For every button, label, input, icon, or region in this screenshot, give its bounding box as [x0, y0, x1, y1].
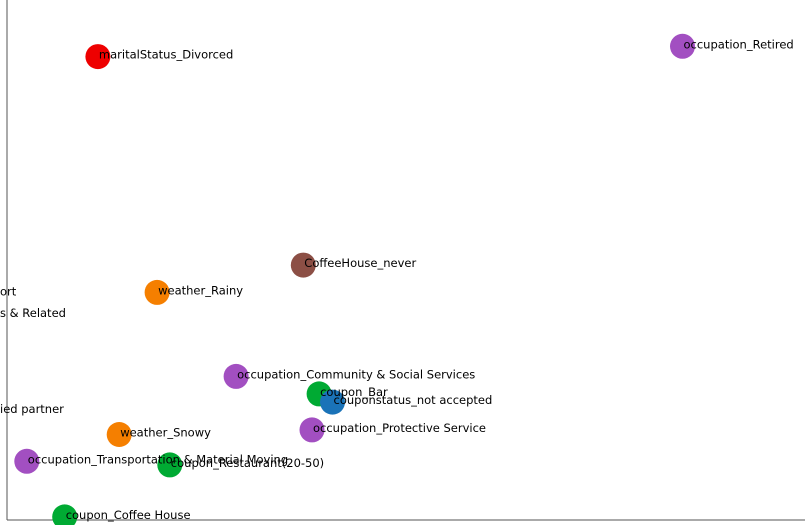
point-label: occupation_Transportation & Material Mov…	[28, 452, 288, 466]
point-label: couponstatus_not accepted	[334, 393, 493, 407]
point-labels: maritalStatus_Divorced occupation_Retired…	[0, 37, 794, 522]
point-label: weather_Snowy	[120, 426, 211, 440]
point-label: maritalStatus_Divorced	[99, 48, 233, 62]
point-label: occupation_Community & Social Services	[237, 367, 475, 381]
clipped-point-label: s & Related	[0, 306, 66, 320]
point-label: coupon_Coffee House	[66, 508, 191, 522]
point-label: CoffeeHouse_never	[304, 256, 416, 270]
clipped-point-label: ort	[0, 285, 17, 299]
point-label: occupation_Protective Service	[313, 421, 486, 435]
clipped-point-label: ied partner	[0, 402, 64, 416]
point-label: occupation_Retired	[684, 37, 794, 51]
scatter-plot: maritalStatus_Divorced occupation_Retired…	[0, 0, 805, 525]
point-label: weather_Rainy	[158, 283, 243, 297]
